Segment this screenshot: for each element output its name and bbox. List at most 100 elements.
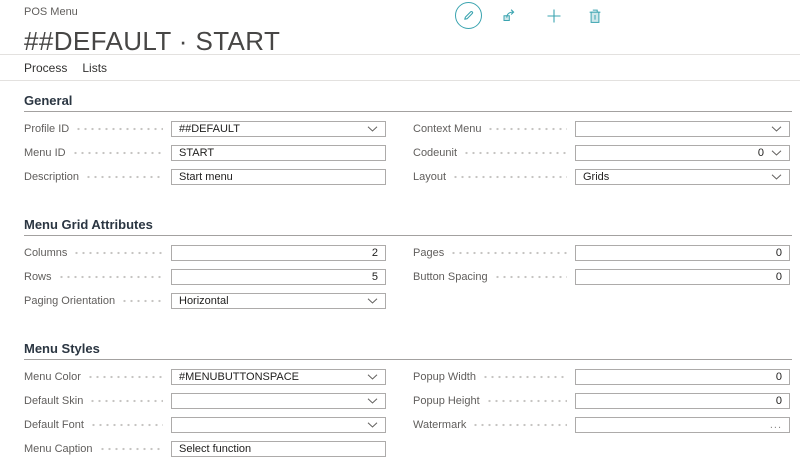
- watermark-input[interactable]: ...: [575, 417, 790, 433]
- dotted-leader: [450, 245, 567, 261]
- section-title-menu-grid-attributes: Menu Grid Attributes: [24, 218, 792, 236]
- action-bar: [455, 2, 602, 29]
- delete-button[interactable]: [588, 8, 602, 24]
- dotted-leader: [494, 269, 567, 285]
- field-label-text: Default Font: [24, 419, 84, 431]
- field-label-text: Profile ID: [24, 123, 69, 135]
- field-label-text: Context Menu: [413, 123, 481, 135]
- trash-icon: [588, 8, 602, 24]
- chevron-down-icon[interactable]: [771, 126, 782, 132]
- columns-input[interactable]: 2: [171, 245, 386, 261]
- new-button[interactable]: [546, 8, 562, 24]
- field-value: Select function: [179, 443, 378, 455]
- chevron-down-icon[interactable]: [367, 374, 378, 380]
- chevron-down-icon[interactable]: [771, 150, 782, 156]
- field-label-text: Columns: [24, 247, 67, 259]
- dotted-leader: [75, 121, 163, 137]
- fields-column-left: Columns2Rows5Paging OrientationHorizonta…: [24, 245, 386, 309]
- field-label-text: Watermark: [413, 419, 466, 431]
- context-menu-input[interactable]: [575, 121, 790, 137]
- fields-column-right: Popup Width0 Popup Height 0 Watermark...: [413, 369, 790, 433]
- dotted-leader: [72, 145, 163, 161]
- field-rows: Rows5: [24, 269, 386, 285]
- menu-item-lists[interactable]: Lists: [82, 61, 107, 75]
- field-label: Menu Color: [24, 369, 171, 385]
- layout-input[interactable]: Grids: [575, 169, 790, 185]
- pages-input[interactable]: 0: [575, 245, 790, 261]
- field-label: Button Spacing: [413, 269, 575, 285]
- menubar: Process Lists: [0, 54, 800, 81]
- popup-width-input[interactable]: 0: [575, 369, 790, 385]
- field-label: Menu Caption: [24, 441, 171, 457]
- menu-color-input[interactable]: #MENUBUTTONSPACE: [171, 369, 386, 385]
- field-label-text: Default Skin: [24, 395, 83, 407]
- dotted-leader: [472, 417, 567, 433]
- field-label: Description: [24, 169, 171, 185]
- rows-input[interactable]: 5: [171, 269, 386, 285]
- field-value: Grids: [583, 171, 764, 183]
- profile-id-input[interactable]: ##DEFAULT: [171, 121, 386, 137]
- share-icon: [501, 7, 518, 24]
- fields-column-right: Context Menu Codeunit 0 Layout Grids: [413, 121, 790, 185]
- field-value: ##DEFAULT: [179, 123, 360, 135]
- field-label-text: Pages: [413, 247, 444, 259]
- share-button[interactable]: [501, 7, 518, 24]
- field-value: Start menu: [179, 171, 378, 183]
- field-value: 0: [583, 147, 764, 159]
- field-codeunit: Codeunit 0: [413, 145, 790, 161]
- field-label: Columns: [24, 245, 171, 261]
- section-general: GeneralProfile ID##DEFAULTMenu IDSTARTDe…: [0, 94, 800, 185]
- dotted-leader: [99, 441, 164, 457]
- field-button-spacing: Button Spacing 0: [413, 269, 790, 285]
- fields-column-right: Pages 0 Button Spacing 0: [413, 245, 790, 285]
- field-columns: Columns 2: [24, 245, 386, 261]
- field-value: Horizontal: [179, 295, 360, 307]
- menu-caption-input[interactable]: Select function: [171, 441, 386, 457]
- field-label: Watermark: [413, 417, 575, 433]
- default-font-input[interactable]: [171, 417, 386, 433]
- dotted-leader: [463, 145, 567, 161]
- codeunit-input[interactable]: 0: [575, 145, 790, 161]
- description-input[interactable]: Start menu: [171, 169, 386, 185]
- dotted-leader: [89, 393, 163, 409]
- dotted-leader: [58, 269, 163, 285]
- field-value: 0: [583, 271, 782, 283]
- field-label-text: Button Spacing: [413, 271, 488, 283]
- plus-icon: [546, 8, 562, 24]
- chevron-down-icon[interactable]: [367, 422, 378, 428]
- paging-orientation-input[interactable]: Horizontal: [171, 293, 386, 309]
- page-content: GeneralProfile ID##DEFAULTMenu IDSTARTDe…: [0, 81, 800, 457]
- button-spacing-input[interactable]: 0: [575, 269, 790, 285]
- chevron-down-icon[interactable]: [367, 398, 378, 404]
- chevron-down-icon[interactable]: [367, 298, 378, 304]
- field-value: 0: [583, 247, 782, 259]
- chevron-down-icon[interactable]: [367, 126, 378, 132]
- popup-height-input[interactable]: 0: [575, 393, 790, 409]
- assist-edit-button[interactable]: ...: [770, 421, 782, 429]
- field-label: Menu ID: [24, 145, 171, 161]
- field-label-text: Description: [24, 171, 79, 183]
- field-label-text: Popup Height: [413, 395, 480, 407]
- field-label: Context Menu: [413, 121, 575, 137]
- field-menu-caption: Menu Caption Select function: [24, 441, 386, 457]
- field-description: Description Start menu: [24, 169, 386, 185]
- field-label: Popup Height: [413, 393, 575, 409]
- menu-id-input[interactable]: START: [171, 145, 386, 161]
- top-bar: POS Menu: [0, 0, 800, 28]
- chevron-down-icon[interactable]: [771, 174, 782, 180]
- menu-item-process[interactable]: Process: [24, 61, 67, 75]
- field-value: START: [179, 147, 378, 159]
- field-value: 0: [583, 371, 782, 383]
- field-popup-width: Popup Width0: [413, 369, 790, 385]
- edit-button[interactable]: [455, 2, 482, 29]
- default-skin-input[interactable]: [171, 393, 386, 409]
- field-layout: Layout Grids: [413, 169, 790, 185]
- field-default-font: Default Font: [24, 417, 386, 433]
- page-title: ##DEFAULT · START: [24, 28, 800, 54]
- field-label-text: Codeunit: [413, 147, 457, 159]
- field-menu-color: Menu Color#MENUBUTTONSPACE: [24, 369, 386, 385]
- field-label: Layout: [413, 169, 575, 185]
- field-label: Default Font: [24, 417, 171, 433]
- dotted-leader: [85, 169, 163, 185]
- dotted-leader: [487, 121, 567, 137]
